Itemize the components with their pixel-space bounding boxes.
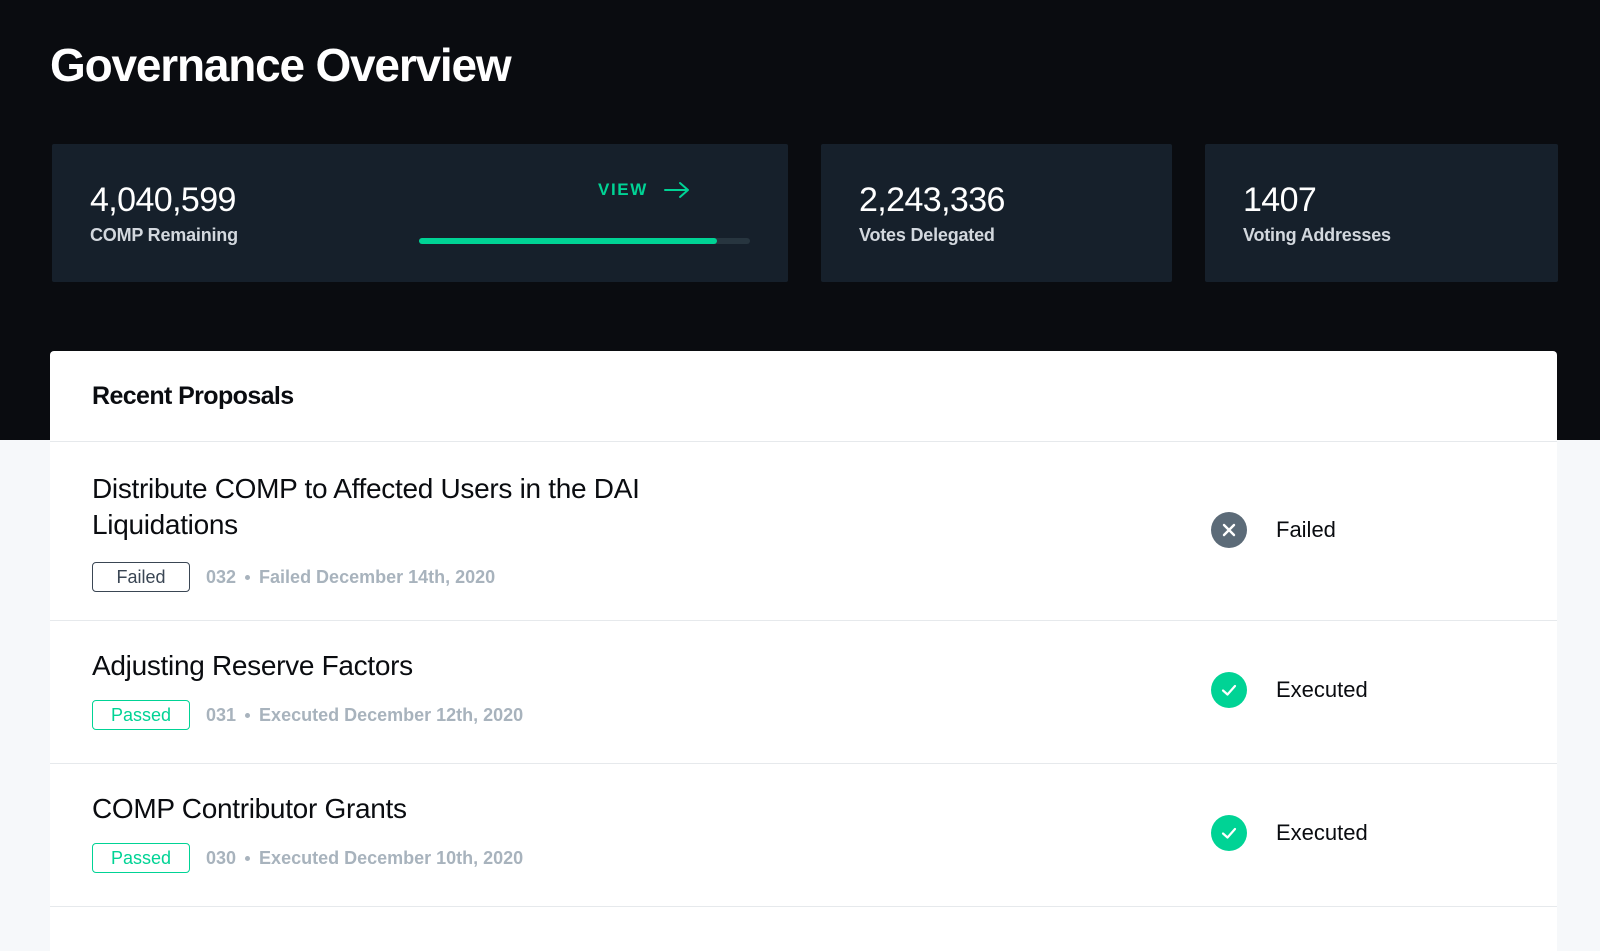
view-link-label: VIEW — [598, 180, 648, 199]
stat-card-voting-addresses: 1407 Voting Addresses — [1205, 144, 1558, 282]
proposal-row[interactable]: COMP Contributor Grants Passed 030 Execu… — [50, 764, 1557, 907]
separator-dot — [245, 574, 251, 580]
stat-label: Voting Addresses — [1243, 225, 1391, 245]
proposal-row[interactable]: Adjusting Reserve Factors Passed 031 Exe… — [50, 621, 1557, 764]
stat-card-comp-remaining: 4,040,599 COMP Remaining — [52, 144, 788, 282]
status-text: Executed — [1276, 677, 1368, 702]
proposal-title[interactable]: Distribute COMP to Affected Users in the… — [92, 471, 732, 543]
stat-card-votes-delegated: 2,243,336 Votes Delegated — [821, 144, 1172, 282]
panel-title: Recent Proposals — [92, 382, 294, 410]
proposal-status: Executed — [1211, 672, 1368, 708]
separator-dot — [245, 855, 251, 861]
status-badge: Passed — [92, 843, 190, 873]
comp-progress-fill — [419, 238, 717, 244]
proposal-title[interactable]: Adjusting Reserve Factors — [92, 648, 732, 684]
stat-label: Votes Delegated — [859, 225, 995, 245]
proposal-id: 031 — [206, 705, 237, 725]
status-badge: Passed — [92, 700, 190, 730]
proposal-date: Executed December 12th, 2020 — [259, 705, 524, 725]
comp-progress-bar — [419, 238, 750, 244]
separator-dot — [245, 712, 251, 718]
stat-value: 4,040,599 — [90, 181, 236, 219]
proposal-status: Failed — [1211, 512, 1336, 548]
recent-proposals-panel: Recent Proposals Distribute COMP to Affe… — [50, 351, 1557, 951]
close-icon — [1211, 512, 1247, 548]
proposal-date: Failed December 14th, 2020 — [259, 567, 496, 587]
proposal-meta: Passed 031 Executed December 12th, 2020 — [92, 699, 523, 731]
proposal-title[interactable]: COMP Contributor Grants — [92, 791, 732, 827]
proposal-id: 030 — [206, 848, 237, 868]
proposal-status: Executed — [1211, 815, 1368, 851]
proposal-date: Executed December 10th, 2020 — [259, 848, 524, 868]
panel-header: Recent Proposals — [50, 351, 1557, 442]
proposal-meta: Passed 030 Executed December 10th, 2020 — [92, 842, 523, 874]
stat-value: 1407 — [1243, 181, 1317, 219]
proposal-id: 032 — [206, 567, 237, 587]
check-icon — [1211, 815, 1247, 851]
stat-value: 2,243,336 — [859, 181, 1005, 219]
status-badge: Failed — [92, 562, 190, 592]
proposal-meta: Failed 032 Failed December 14th, 2020 — [92, 561, 495, 593]
view-link[interactable]: VIEW — [598, 178, 690, 202]
arrow-right-icon — [663, 181, 690, 199]
status-text: Failed — [1276, 517, 1336, 542]
page-title: Governance Overview — [50, 39, 512, 91]
status-text: Executed — [1276, 820, 1368, 845]
check-icon — [1211, 672, 1247, 708]
stat-label: COMP Remaining — [90, 225, 238, 245]
proposal-row[interactable]: Distribute COMP to Affected Users in the… — [50, 442, 1557, 621]
